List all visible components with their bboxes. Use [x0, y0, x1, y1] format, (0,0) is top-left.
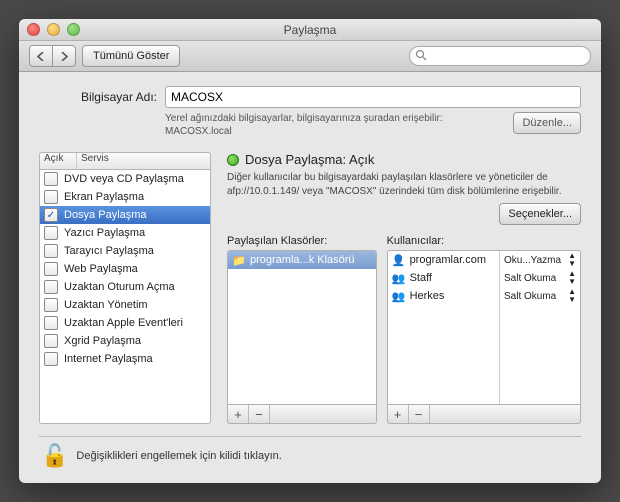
computer-name-subtitle: Yerel ağınızdaki bilgisayarlar, bilgisay… [165, 112, 503, 138]
service-label: Xgrid Paylaşma [64, 335, 141, 347]
add-folder-button[interactable]: + [228, 405, 249, 423]
service-item[interactable]: Yazıcı Paylaşma [40, 224, 210, 242]
computer-name-input[interactable] [165, 86, 581, 108]
service-label: DVD veya CD Paylaşma [64, 173, 184, 185]
service-label: Dosya Paylaşma [64, 209, 147, 221]
search-input[interactable] [409, 46, 591, 66]
service-item[interactable]: Uzaktan Yönetim [40, 296, 210, 314]
forward-button[interactable] [52, 45, 76, 67]
user-item[interactable]: 👥Herkes [388, 287, 499, 305]
user-item[interactable]: 👤programlar.com [388, 251, 499, 269]
permissions-list[interactable]: Oku...Yazma▲▼Salt Okuma▲▼Salt Okuma▲▼ [500, 251, 580, 404]
stepper-icon[interactable]: ▲▼ [568, 288, 576, 304]
lock-icon[interactable]: 🔓 [41, 443, 68, 469]
remove-folder-button[interactable]: − [249, 405, 270, 423]
user-item[interactable]: 👥Staff [388, 269, 499, 287]
service-item[interactable]: Ekran Paylaşma [40, 188, 210, 206]
service-label: Ekran Paylaşma [64, 191, 144, 203]
status-text: Dosya Paylaşma: Açık [245, 152, 374, 167]
edit-button[interactable]: Düzenle... [513, 112, 581, 134]
service-label: Web Paylaşma [64, 263, 138, 275]
lock-text: Değişiklikleri engellemek için kilidi tı… [76, 450, 281, 462]
folder-item[interactable]: 📁programla...k Klasörü [228, 251, 376, 269]
folder-icon: 📁 [232, 253, 246, 267]
service-label: Uzaktan Yönetim [64, 299, 148, 311]
permission-item[interactable]: Salt Okuma▲▼ [500, 287, 580, 305]
users-list[interactable]: 👤programlar.com👥Staff👥Herkes [388, 251, 500, 404]
service-item[interactable]: Uzaktan Oturum Açma [40, 278, 210, 296]
checkbox[interactable] [44, 172, 58, 186]
service-item[interactable]: Uzaktan Apple Event'leri [40, 314, 210, 332]
stepper-icon[interactable]: ▲▼ [568, 270, 576, 286]
users-label: Kullanıcılar: [387, 235, 581, 247]
remove-user-button[interactable]: − [409, 405, 430, 423]
service-item[interactable]: DVD veya CD Paylaşma [40, 170, 210, 188]
checkbox[interactable] [44, 298, 58, 312]
status-description: Diğer kullanıcılar bu bilgisayardaki pay… [227, 171, 573, 199]
show-all-button[interactable]: Tümünü Göster [82, 45, 180, 67]
checkbox[interactable] [44, 316, 58, 330]
checkbox[interactable] [44, 226, 58, 240]
permission-item[interactable]: Salt Okuma▲▼ [500, 269, 580, 287]
sharing-window: Paylaşma Tümünü Göster Bilgisayar Adı: Y… [19, 19, 601, 483]
shared-folders-list[interactable]: 📁programla...k Klasörü [227, 250, 377, 405]
service-label: Uzaktan Oturum Açma [64, 281, 175, 293]
status-light-icon [227, 154, 239, 166]
service-item[interactable]: Web Paylaşma [40, 260, 210, 278]
window-title: Paylaşma [19, 23, 601, 37]
checkbox[interactable] [44, 244, 58, 258]
add-user-button[interactable]: + [388, 405, 409, 423]
search-field[interactable] [409, 46, 591, 66]
checkbox[interactable] [44, 280, 58, 294]
col-service[interactable]: Servis [77, 153, 210, 169]
checkbox[interactable] [44, 334, 58, 348]
service-item[interactable]: Xgrid Paylaşma [40, 332, 210, 350]
back-button[interactable] [29, 45, 52, 67]
service-label: Internet Paylaşma [64, 353, 153, 365]
service-item[interactable]: Internet Paylaşma [40, 350, 210, 368]
service-item[interactable]: Tarayıcı Paylaşma [40, 242, 210, 260]
service-label: Uzaktan Apple Event'leri [64, 317, 183, 329]
chevron-right-icon [60, 52, 68, 61]
col-on[interactable]: Açık [40, 153, 77, 169]
computer-name-label: Bilgisayar Adı: [39, 90, 157, 104]
stepper-icon[interactable]: ▲▼ [568, 252, 576, 268]
service-label: Yazıcı Paylaşma [64, 227, 145, 239]
permission-item[interactable]: Oku...Yazma▲▼ [500, 251, 580, 269]
toolbar: Tümünü Göster [19, 41, 601, 72]
service-item[interactable]: ✓ Dosya Paylaşma [40, 206, 210, 224]
titlebar: Paylaşma [19, 19, 601, 41]
search-icon [415, 49, 427, 61]
shared-folders-label: Paylaşılan Klasörler: [227, 235, 377, 247]
checkbox[interactable] [44, 190, 58, 204]
services-panel: Açık Servis DVD veya CD Paylaşma Ekran Pa… [39, 152, 211, 424]
user-icon: 👥 [392, 271, 406, 285]
checkbox[interactable] [44, 352, 58, 366]
service-label: Tarayıcı Paylaşma [64, 245, 154, 257]
user-icon: 👤 [392, 253, 406, 267]
chevron-left-icon [37, 52, 45, 61]
checkbox[interactable] [44, 262, 58, 276]
checkbox[interactable]: ✓ [44, 208, 58, 222]
services-list: DVD veya CD Paylaşma Ekran Paylaşma ✓ Dosya… [39, 169, 211, 424]
user-icon: 👥 [392, 289, 406, 303]
options-button[interactable]: Seçenekler... [499, 203, 581, 225]
